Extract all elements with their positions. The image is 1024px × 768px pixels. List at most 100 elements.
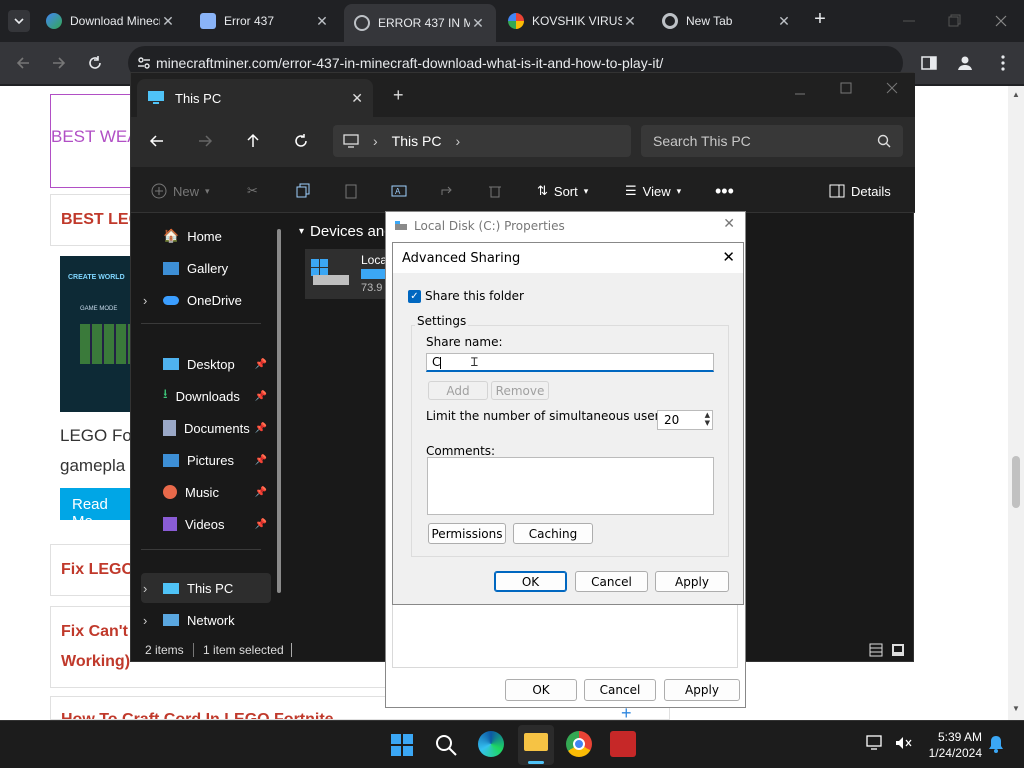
share-icon[interactable] <box>439 179 455 203</box>
new-tab-plus-icon[interactable]: + <box>393 85 404 106</box>
minimize-icon[interactable] <box>900 12 918 30</box>
delete-icon[interactable] <box>487 179 503 203</box>
chevron-right-icon[interactable]: › <box>143 581 147 596</box>
remove-button[interactable]: Remove <box>491 381 549 400</box>
sidebar-item-documents[interactable]: Documents 📌 <box>141 413 271 443</box>
article-heading[interactable]: BEST LEG <box>61 211 141 229</box>
browser-tab-3-active[interactable]: ERROR 437 IN MINECRAFT ✕ <box>344 4 496 42</box>
minimize-icon[interactable] <box>793 87 807 101</box>
back-icon[interactable] <box>14 54 32 72</box>
sidebar-item-gallery[interactable]: Gallery <box>141 253 271 283</box>
close-icon[interactable]: ✕ <box>351 90 363 107</box>
caching-button[interactable]: Caching <box>513 523 593 544</box>
details-button[interactable]: Details <box>829 179 891 203</box>
refresh-icon[interactable] <box>293 133 309 149</box>
rename-icon[interactable]: A <box>391 179 407 203</box>
ok-button[interactable]: OK <box>494 571 567 592</box>
close-window-icon[interactable] <box>992 12 1010 30</box>
close-icon[interactable]: ✕ <box>776 13 792 29</box>
url-text[interactable]: minecraftminer.com/error-437-in-minecraf… <box>156 55 663 71</box>
share-folder-option[interactable]: ✓ Share this folder <box>408 289 524 303</box>
copy-icon[interactable] <box>295 179 311 203</box>
close-icon[interactable]: ✕ <box>622 13 638 29</box>
reload-icon[interactable] <box>86 54 104 72</box>
view-button[interactable]: ☰ View ▾ <box>625 179 681 203</box>
up-icon[interactable] <box>245 133 261 149</box>
winzip-icon[interactable] <box>610 731 636 757</box>
sidebar-item-downloads[interactable]: ⭳ Downloads 📌 <box>141 381 271 411</box>
comments-textarea[interactable] <box>427 457 714 515</box>
pin-icon[interactable]: 📌 <box>255 359 267 370</box>
cut-icon[interactable]: ✂ <box>247 179 258 203</box>
share-name-input[interactable]: C <box>426 353 714 372</box>
pin-icon[interactable]: 📌 <box>255 423 267 434</box>
search-icon[interactable] <box>434 733 458 757</box>
permissions-button[interactable]: Permissions <box>428 523 506 544</box>
menu-kebab-icon[interactable] <box>994 54 1012 72</box>
site-info-icon[interactable] <box>136 55 152 71</box>
apply-button[interactable]: Apply <box>655 571 729 592</box>
chevron-right-icon[interactable]: › <box>143 293 147 308</box>
breadcrumb-chevron-icon[interactable]: › <box>455 133 460 149</box>
display-icon[interactable] <box>866 735 884 751</box>
edge-dev-icon[interactable] <box>478 731 504 757</box>
browser-tab-4[interactable]: KOVSHIK VIRUS ✕ <box>498 6 648 36</box>
browser-tab-2[interactable]: Error 437 ✕ <box>190 6 340 36</box>
sidebar-scrollbar[interactable] <box>277 229 281 593</box>
properties-ok-button[interactable]: OK <box>505 679 577 701</box>
more-options-icon[interactable]: ••• <box>715 179 734 203</box>
drive-c-item[interactable]: Loca 73.9 <box>305 249 395 299</box>
notification-bell-icon[interactable] <box>988 735 1004 753</box>
sidebar-item-network[interactable]: › Network <box>141 605 271 635</box>
pin-icon[interactable]: 📌 <box>255 519 267 530</box>
profile-icon[interactable] <box>956 54 974 72</box>
sidebar-item-music[interactable]: Music 📌 <box>141 477 271 507</box>
add-button[interactable]: Add <box>428 381 488 400</box>
breadcrumb-this-pc[interactable]: This PC <box>392 133 442 149</box>
explorer-tab[interactable]: This PC ✕ <box>137 79 373 117</box>
side-panel-icon[interactable] <box>920 54 938 72</box>
close-icon[interactable]: ✕ <box>470 15 486 31</box>
file-explorer-taskbar-button[interactable] <box>518 725 554 765</box>
article-link[interactable]: How To Craft Cord In LEGO Fortnite <box>61 711 334 719</box>
tiles-view-icon[interactable] <box>891 643 905 657</box>
sidebar-item-home[interactable]: 🏠 Home <box>141 221 271 251</box>
close-icon[interactable]: ✕ <box>160 13 176 29</box>
close-window-icon[interactable] <box>885 81 899 95</box>
user-limit-spinner[interactable]: 20 ▲ ▼ <box>657 410 713 430</box>
read-more-button[interactable]: Read Mo <box>60 488 140 530</box>
sidebar-item-videos[interactable]: Videos 📌 <box>141 509 271 539</box>
article-link[interactable]: Fix Can't <box>61 623 128 641</box>
page-scrollbar[interactable]: ▲ ▼ <box>1008 86 1024 720</box>
scroll-down-icon[interactable]: ▼ <box>1012 704 1020 713</box>
sidebar-item-desktop[interactable]: Desktop 📌 <box>141 349 271 379</box>
explorer-address-bar[interactable]: › This PC › <box>333 125 631 157</box>
explorer-search-box[interactable]: Search This PC <box>641 125 903 157</box>
properties-apply-button[interactable]: Apply <box>664 679 740 701</box>
restore-icon[interactable] <box>946 12 964 30</box>
browser-tab-1[interactable]: Download Minecraft ✕ <box>36 6 186 36</box>
sidebar-item-pictures[interactable]: Pictures 📌 <box>141 445 271 475</box>
browser-tab-5[interactable]: New Tab ✕ <box>652 6 802 36</box>
pin-icon[interactable]: 📌 <box>255 487 267 498</box>
article-link[interactable]: Working) <box>61 653 130 671</box>
paste-icon[interactable] <box>343 179 359 203</box>
scrollbar-thumb[interactable] <box>1012 456 1020 508</box>
sound-muted-icon[interactable] <box>894 735 912 751</box>
new-button[interactable]: New ▾ <box>151 179 210 203</box>
clock[interactable]: 5:39 AM 1/24/2024 <box>926 729 982 761</box>
chevron-right-icon[interactable]: › <box>143 613 147 628</box>
chrome-icon[interactable] <box>566 731 592 757</box>
back-icon[interactable] <box>149 133 165 149</box>
sort-button[interactable]: ⇅ Sort ▾ <box>537 179 588 203</box>
close-icon[interactable]: ✕ <box>722 248 735 266</box>
breadcrumb-chevron-icon[interactable]: › <box>373 133 378 149</box>
forward-icon[interactable] <box>50 54 68 72</box>
new-tab-button[interactable]: + <box>810 8 830 32</box>
pin-icon[interactable]: 📌 <box>255 391 267 402</box>
sidebar-item-onedrive[interactable]: › OneDrive <box>141 285 271 315</box>
close-icon[interactable]: ✕ <box>723 216 735 232</box>
pin-icon[interactable]: 📌 <box>255 455 267 466</box>
cancel-button[interactable]: Cancel <box>575 571 648 592</box>
tab-search-chevron-icon[interactable] <box>8 10 30 32</box>
